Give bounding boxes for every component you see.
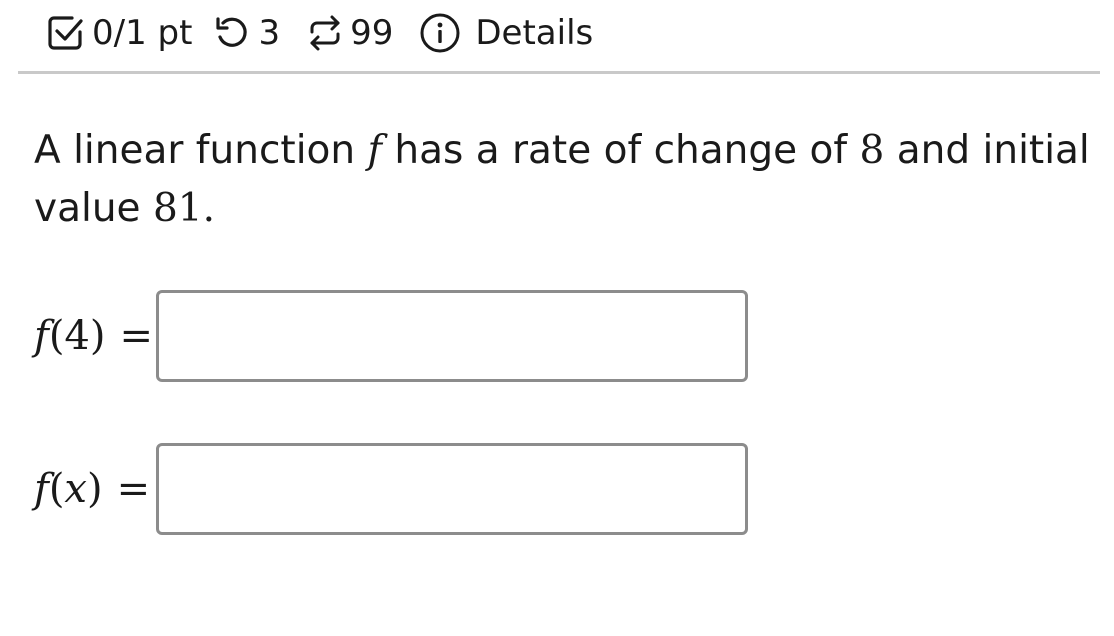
question-and-initial: and initial (896, 128, 1090, 173)
tries-label: 3 (258, 13, 281, 53)
function-name: f (34, 466, 49, 512)
repeat-arrows-icon (306, 14, 344, 52)
attempts-label: 99 (350, 13, 394, 53)
score-label: 0/1 pt (92, 13, 193, 53)
info-circle-icon (419, 12, 461, 54)
argument-open-paren: ( (48, 466, 65, 512)
question-text: A linear function f has a rate of change… (34, 122, 1094, 238)
attempts-indicator: 99 (306, 13, 393, 53)
f-of-x-label: f(x) = (34, 466, 150, 512)
equals-sign: = (119, 313, 153, 359)
argument-close-paren: ) (86, 466, 103, 512)
question-intro: A linear function (34, 128, 356, 173)
function-name: f (34, 313, 49, 359)
function-argument: (4) (48, 313, 106, 359)
initial-value: 81 (152, 186, 203, 231)
retry-icon (214, 15, 250, 51)
question-value-word: value (34, 186, 141, 231)
question-header: 0/1 pt 3 99 Details (46, 8, 593, 58)
question-period: . (202, 186, 215, 231)
score-indicator: 0/1 pt (46, 13, 192, 53)
answer-row-f-of-x: f(x) = (34, 443, 749, 535)
f-of-4-label: f(4) = (34, 313, 153, 359)
question-middle: has a rate of change of (394, 128, 848, 173)
equals-sign: = (116, 466, 151, 512)
function-variable: f (367, 128, 382, 173)
details-button[interactable]: Details (419, 12, 593, 54)
tries-indicator: 3 (214, 13, 280, 53)
answer-row-f-of-4: f(4) = (34, 290, 748, 382)
check-square-icon (46, 14, 84, 52)
argument-variable: x (64, 466, 87, 512)
header-divider (18, 71, 1100, 74)
rate-of-change-value: 8 (859, 128, 885, 173)
f-of-4-answer-input[interactable] (156, 290, 748, 382)
question-page: 0/1 pt 3 99 Details A linear function f … (0, 0, 1114, 636)
details-label: Details (475, 13, 594, 53)
f-of-x-answer-input[interactable] (156, 443, 749, 535)
